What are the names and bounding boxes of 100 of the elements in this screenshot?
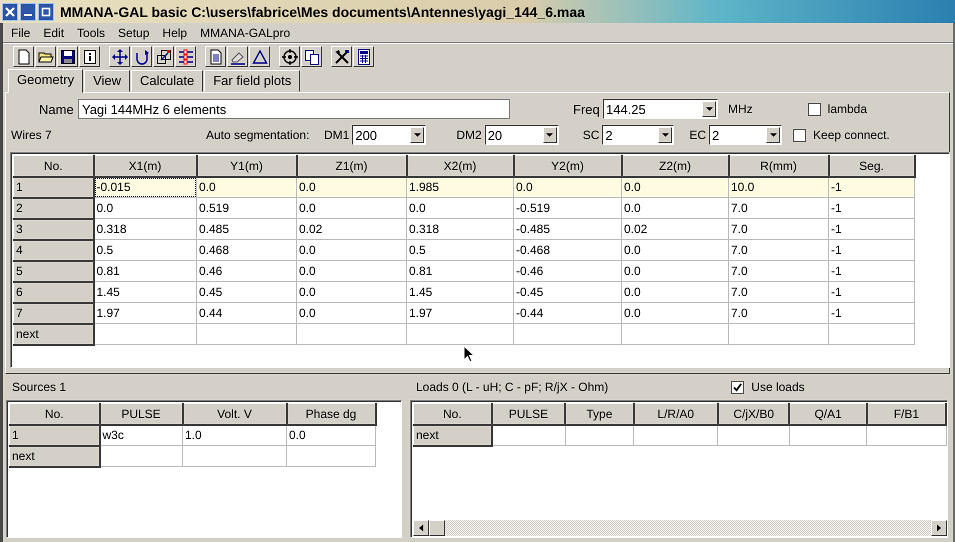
- tab[interactable]: Far field plots: [204, 70, 300, 92]
- table-cell: 1.97: [406, 302, 514, 324]
- check-icon: [733, 382, 742, 392]
- column-header[interactable]: Seg.: [828, 156, 914, 176]
- table-cell: 1.985: [406, 176, 514, 198]
- segmentation-dropdown[interactable]: 2: [602, 125, 674, 145]
- column-header[interactable]: Y2(m): [514, 156, 622, 176]
- dropdown-arrow-icon: [546, 133, 554, 137]
- row-header[interactable]: next: [14, 324, 94, 344]
- table-cell: 7.0: [728, 282, 828, 302]
- checkbox[interactable]: [731, 380, 744, 394]
- table-cell: 1.45: [94, 282, 196, 302]
- checkbox[interactable]: [793, 128, 806, 142]
- tab[interactable]: View: [84, 70, 130, 92]
- column-header[interactable]: X2(m): [406, 156, 514, 176]
- table-cell: 0.0: [406, 198, 514, 218]
- field-label: SC: [582, 128, 600, 142]
- table-row[interactable]: 2 0.0 0.519 0.0 0.0 -0.519 0.0 7.0 -1: [14, 198, 914, 218]
- row-header[interactable]: next: [414, 424, 492, 446]
- new-file-icon: [16, 48, 32, 64]
- menu-item[interactable]: Help: [162, 26, 188, 40]
- tab[interactable]: Calculate: [131, 70, 204, 92]
- segmentation-dropdown[interactable]: 200: [352, 125, 426, 145]
- table-row[interactable]: 5 0.81 0.46 0.0 0.81 -0.46 0.0 7.0 -1: [14, 260, 914, 282]
- column-header[interactable]: No.: [14, 156, 94, 176]
- maximize-button[interactable]: [38, 2, 54, 20]
- table-cell: 0.45: [196, 282, 296, 302]
- column-header[interactable]: X1(m): [94, 156, 196, 176]
- row-header[interactable]: 6: [14, 282, 94, 302]
- tab[interactable]: Geometry: [8, 69, 84, 93]
- table-cell: 0.0: [296, 240, 406, 260]
- column-header[interactable]: PULSE: [492, 404, 566, 424]
- table-row[interactable]: 1 -0.015 0.0 0.0 1.985 0.0 0.0 10.0 -1: [14, 176, 914, 198]
- close-button[interactable]: [2, 2, 18, 20]
- column-header[interactable]: C/jX/B0: [718, 404, 790, 424]
- row-header[interactable]: next: [10, 446, 100, 466]
- toolbar-button[interactable]: [331, 46, 352, 67]
- checkbox[interactable]: [808, 102, 821, 116]
- column-header[interactable]: Volt. V: [182, 404, 286, 424]
- scroll-left-icon: [418, 524, 424, 532]
- column-header[interactable]: Y1(m): [196, 156, 296, 176]
- toolbar-button[interactable]: [353, 46, 374, 67]
- menu-item[interactable]: Edit: [43, 26, 64, 40]
- table-cell: 0.0: [622, 282, 728, 302]
- column-header[interactable]: R(mm): [728, 156, 828, 176]
- column-header[interactable]: PULSE: [100, 404, 182, 424]
- row-header[interactable]: 1: [10, 424, 100, 446]
- toolbar-button[interactable]: [131, 46, 152, 67]
- tools-icon: [334, 48, 350, 64]
- column-header[interactable]: Z2(m): [622, 156, 728, 176]
- dropdown-arrow-icon: [706, 107, 712, 111]
- toolbar-button[interactable]: [175, 46, 196, 67]
- column-header[interactable]: No.: [10, 404, 100, 424]
- table-row[interactable]: 3 0.318 0.485 0.02 0.318 -0.485 0.02 7.0 -1: [14, 218, 914, 240]
- column-header[interactable]: Phase dg: [286, 404, 376, 424]
- table-cell: -0.46: [514, 260, 622, 282]
- table-row[interactable]: 7 1.97 0.44 0.0 1.97 -0.44 0.0 7.0 -1: [14, 302, 914, 324]
- menu-item[interactable]: File: [11, 26, 30, 40]
- column-header[interactable]: F/B1: [866, 404, 946, 424]
- dropdown-arrow-icon: [662, 133, 669, 137]
- toolbar-button[interactable]: [13, 46, 34, 67]
- toolbar-button[interactable]: [227, 46, 248, 67]
- toolbar-button[interactable]: [153, 46, 174, 67]
- table-row[interactable]: 4 0.5 0.468 0.0 0.5 -0.468 0.0 7.0 -1: [14, 240, 914, 260]
- list-icon: [178, 48, 194, 64]
- toolbar-button[interactable]: [279, 46, 300, 67]
- menu-item[interactable]: Tools: [77, 26, 106, 40]
- row-header[interactable]: 3: [14, 218, 94, 240]
- table-cell: -1: [828, 282, 914, 302]
- segmentation-dropdown[interactable]: 2: [709, 125, 782, 145]
- toolbar-button[interactable]: [79, 46, 100, 67]
- toolbar-button[interactable]: [57, 46, 78, 67]
- toolbar-button[interactable]: [249, 46, 270, 67]
- freq-dropdown[interactable]: 144.25: [603, 99, 718, 119]
- menu-item[interactable]: MMANA-GALpro: [200, 26, 290, 40]
- row-header[interactable]: 7: [14, 302, 94, 324]
- name-field[interactable]: Yagi 144MHz 6 elements: [78, 99, 510, 119]
- horizontal-scrollbar[interactable]: [413, 520, 947, 536]
- checkbox-label: Keep connect.: [813, 128, 890, 142]
- table-cell: 0.318: [94, 218, 196, 240]
- table-cell: 0.02: [296, 218, 406, 240]
- toolbar-button[interactable]: [35, 46, 56, 67]
- row-header[interactable]: 1: [14, 176, 94, 198]
- column-header[interactable]: L/R/A0: [634, 404, 718, 424]
- toolbar-button[interactable]: [301, 46, 322, 67]
- row-header[interactable]: 5: [14, 260, 94, 282]
- column-header[interactable]: No.: [414, 404, 492, 424]
- row-header[interactable]: 4: [14, 240, 94, 260]
- column-header[interactable]: Z1(m): [296, 156, 406, 176]
- segmentation-dropdown[interactable]: 20: [484, 125, 559, 145]
- minimize-button[interactable]: [20, 2, 36, 20]
- row-header[interactable]: 2: [14, 198, 94, 218]
- column-header[interactable]: Q/A1: [789, 404, 867, 424]
- toolbar-button[interactable]: [205, 46, 226, 67]
- menu-item[interactable]: Setup: [118, 26, 150, 40]
- scroll-thumb[interactable]: [429, 520, 445, 536]
- table-row[interactable]: 6 1.45 0.45 0.0 1.45 -0.45 0.0 7.0 -1: [14, 282, 914, 302]
- toolbar-button[interactable]: [109, 46, 130, 67]
- table-row[interactable]: next: [14, 324, 914, 344]
- column-header[interactable]: Type: [565, 404, 634, 424]
